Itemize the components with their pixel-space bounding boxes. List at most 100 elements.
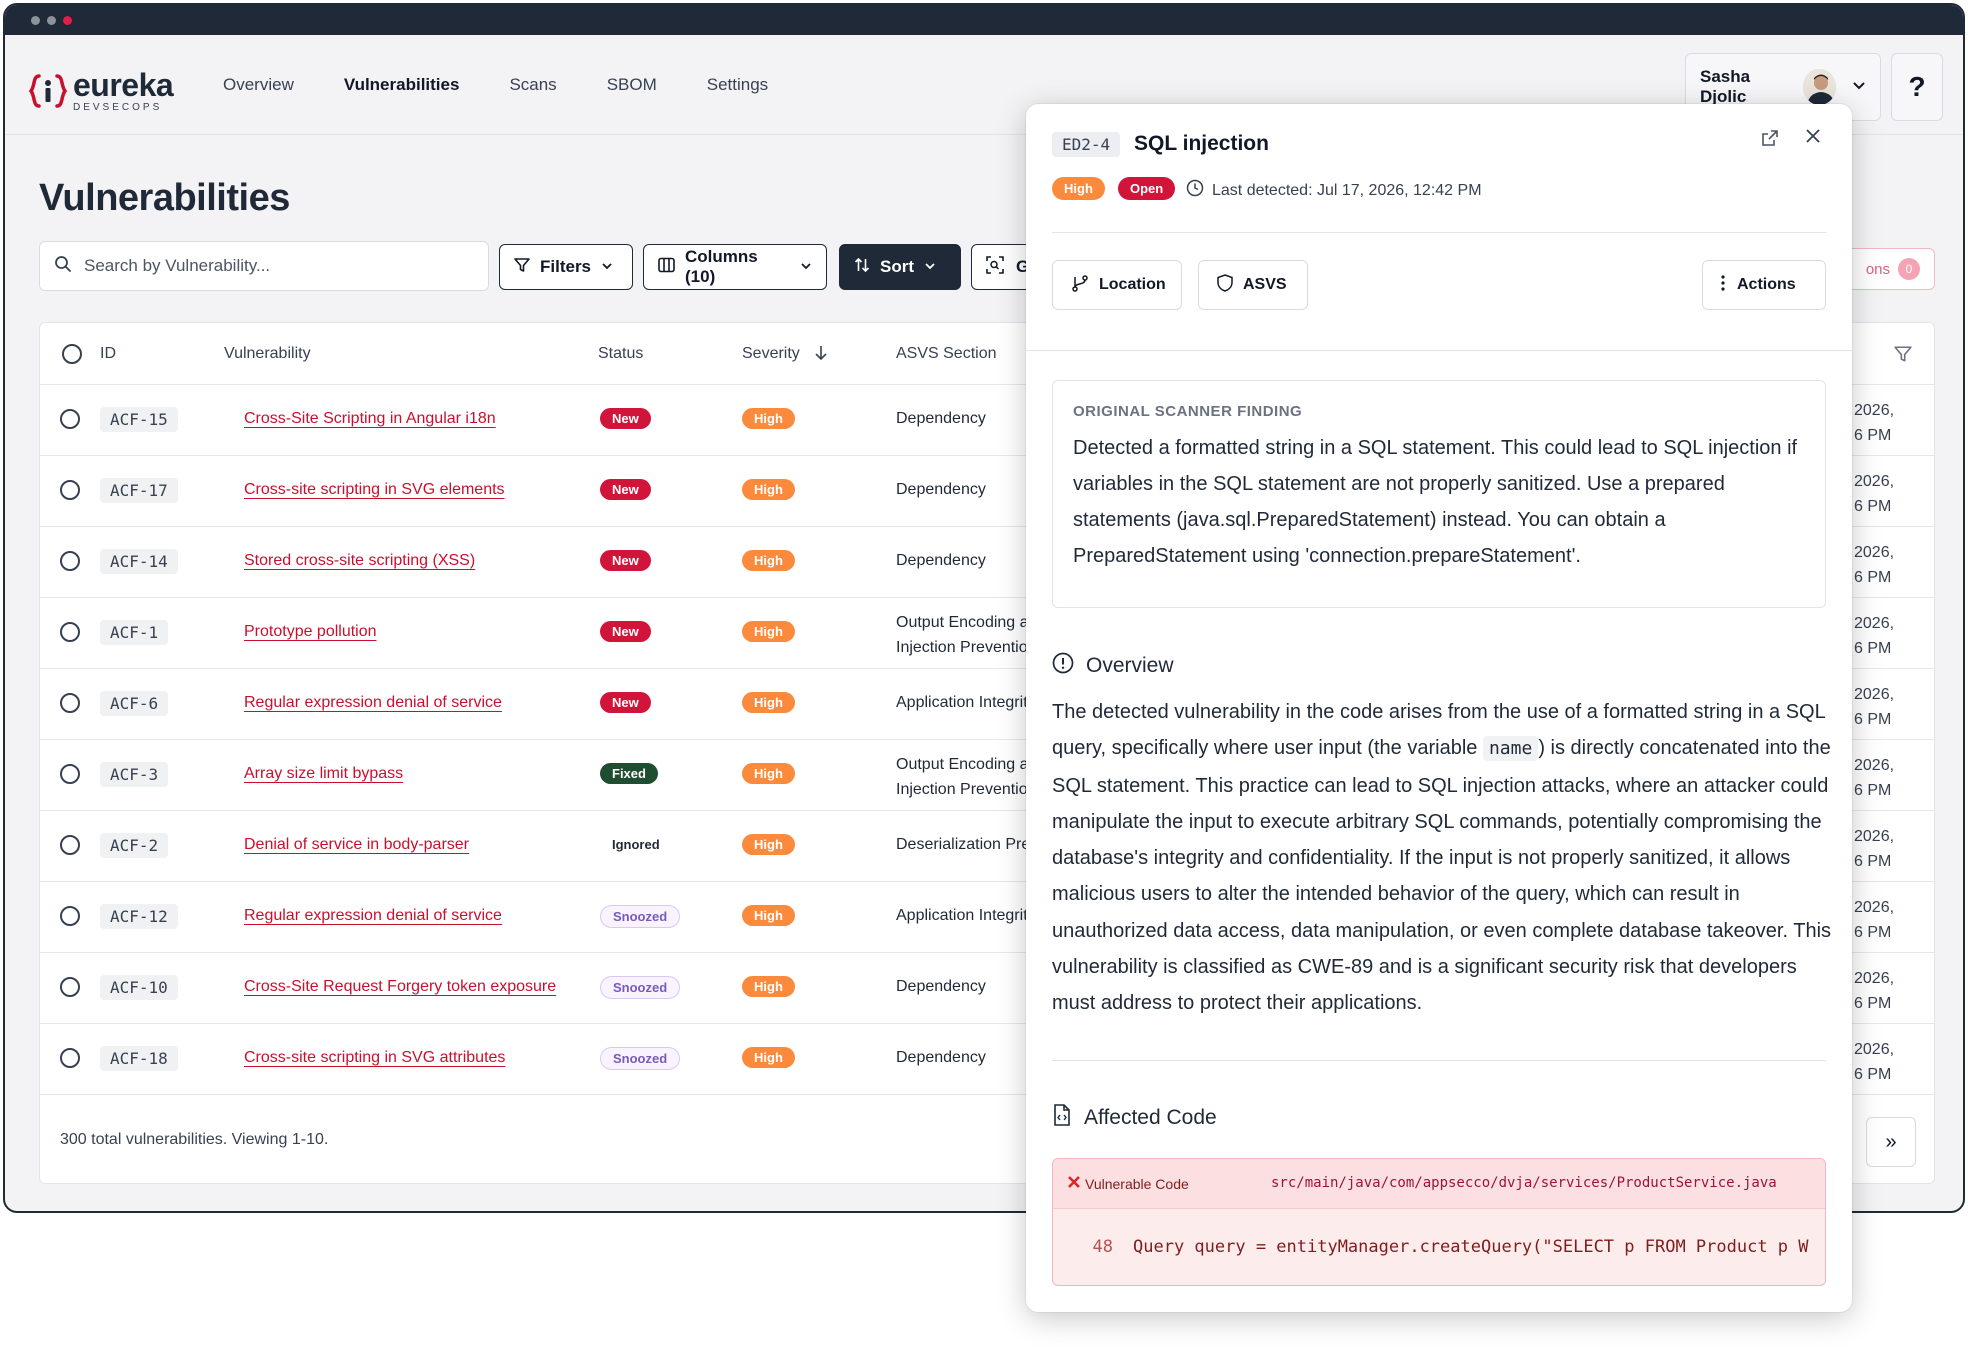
partial-button-label: ons [1865, 260, 1890, 278]
severity-badge: High [1052, 177, 1105, 200]
actions-label: Actions [1737, 276, 1796, 293]
filter-icon [514, 257, 530, 278]
overview-text: The detected vulnerability in the code a… [1052, 701, 1832, 1015]
row-checkbox[interactable] [60, 764, 80, 784]
file-path[interactable]: src/main/java/com/appsecco/dvja/services… [1271, 1175, 1777, 1191]
row-id: ACF-15 [100, 407, 178, 432]
next-page-button[interactable]: » [1866, 1117, 1916, 1167]
col-severity[interactable]: Severity [742, 345, 800, 363]
chevron-down-icon [924, 257, 936, 277]
variable-name-code: name [1482, 736, 1539, 762]
row-checkbox[interactable] [60, 693, 80, 713]
divider [1052, 232, 1826, 233]
row-id: ACF-3 [100, 762, 169, 787]
row-id: ACF-10 [100, 975, 178, 1000]
row-id: ACF-2 [100, 833, 169, 858]
vulnerability-link[interactable]: Array size limit bypass [244, 765, 403, 783]
close-icon[interactable] [1804, 124, 1822, 152]
status-badge: New [600, 479, 651, 500]
row-id: ACF-6 [100, 691, 169, 716]
line-number: 48 [1092, 1237, 1113, 1257]
status-badge: Fixed [600, 763, 658, 784]
clock-icon [1186, 179, 1204, 202]
scan-icon [986, 255, 1004, 279]
columns-button[interactable]: Columns (10) [643, 244, 827, 290]
row-checkbox[interactable] [60, 1048, 80, 1068]
logo-word: eureka [73, 67, 174, 103]
vulnerability-link[interactable]: Cross-Site Request Forgery token exposur… [244, 978, 556, 996]
nav-settings[interactable]: Settings [707, 75, 768, 95]
col-id[interactable]: ID [100, 345, 116, 363]
search-input[interactable] [82, 255, 462, 277]
col-status[interactable]: Status [598, 345, 643, 363]
asvs-section: Dependency [896, 481, 986, 498]
search-box[interactable] [39, 241, 489, 291]
columns-label: Columns (10) [685, 247, 758, 286]
location-label: Location [1099, 276, 1166, 293]
asvs-label: ASVS [1243, 276, 1287, 293]
row-checkbox[interactable] [60, 480, 80, 500]
vulnerability-link[interactable]: Denial of service in body-parser [244, 836, 469, 854]
overview-title: Overview [1086, 654, 1174, 677]
code-text: Query query = entityManager.createQuery(… [1133, 1237, 1809, 1257]
search-icon [54, 255, 72, 278]
vulnerability-link[interactable]: Regular expression denial of service [244, 907, 502, 925]
vulnerability-link[interactable]: Cross-site scripting in SVG elements [244, 481, 505, 499]
logo[interactable]: eureka DEVSECOPS [28, 67, 174, 113]
col-vulnerability[interactable]: Vulnerability [224, 345, 311, 363]
row-id: ACF-18 [100, 1046, 178, 1071]
external-link-icon[interactable] [1760, 128, 1780, 153]
asvs-section: Output Encoding an Injection Prevention [896, 614, 1038, 656]
col-asvs-section[interactable]: ASVS Section [896, 345, 997, 363]
nav-overview[interactable]: Overview [223, 75, 294, 95]
code-file-icon [1052, 1104, 1072, 1132]
actions-button[interactable]: Actions [1702, 260, 1826, 310]
status-badge: New [600, 621, 651, 642]
severity-badge: High [742, 692, 795, 713]
vulnerability-link[interactable]: Cross-Site Scripting in Angular i18n [244, 410, 496, 428]
row-checkbox[interactable] [60, 977, 80, 997]
vulnerability-link[interactable]: Cross-site scripting in SVG attributes [244, 1049, 505, 1067]
select-all-checkbox[interactable] [62, 344, 82, 364]
page-title: Vulnerabilities [39, 177, 290, 219]
row-checkbox[interactable] [60, 551, 80, 571]
divider [1026, 350, 1852, 351]
vulnerability-link[interactable]: Prototype pollution [244, 623, 377, 641]
row-id: ACF-17 [100, 478, 178, 503]
shield-icon [1217, 273, 1233, 297]
help-button[interactable]: ? [1891, 53, 1943, 121]
last-detected-partial: 2026, 6 PM [1854, 828, 1895, 870]
filter-icon[interactable] [1894, 345, 1912, 368]
vulnerability-link[interactable]: Stored cross-site scripting (XSS) [244, 552, 475, 570]
row-checkbox[interactable] [60, 409, 80, 429]
user-name: Sasha Djolic [1700, 67, 1751, 106]
sort-button[interactable]: Sort [839, 244, 961, 290]
nav-scans[interactable]: Scans [509, 75, 556, 95]
severity-badge: High [742, 621, 795, 642]
table-footer-summary: 300 total vulnerabilities. Viewing 1-10. [60, 1131, 329, 1148]
asvs-section: Output Encoding an Injection Prevention [896, 756, 1038, 798]
status-badge: Snoozed [600, 976, 681, 999]
count-badge: 0 [1898, 258, 1920, 280]
logo-icon [28, 72, 68, 110]
asvs-section: Dependency [896, 552, 986, 569]
window-dot [31, 16, 40, 25]
vulnerability-link[interactable]: Regular expression denial of service [244, 694, 502, 712]
nav-vulnerabilities[interactable]: Vulnerabilities [344, 75, 460, 95]
chevron-down-icon [800, 257, 812, 277]
code-block-header: Vulnerable Code src/main/java/com/appsec… [1053, 1159, 1825, 1209]
last-detected-partial: 2026, 6 PM [1854, 615, 1895, 657]
filters-button[interactable]: Filters [499, 244, 633, 290]
severity-badge: High [742, 976, 795, 997]
arrow-down-icon[interactable] [814, 345, 828, 366]
row-checkbox[interactable] [60, 622, 80, 642]
vulnerable-code-label: Vulnerable Code [1067, 1175, 1189, 1192]
row-checkbox[interactable] [60, 906, 80, 926]
last-detected-partial: 2026, 6 PM [1854, 899, 1895, 941]
nav-sbom[interactable]: SBOM [607, 75, 657, 95]
asvs-button[interactable]: ASVS [1198, 260, 1308, 310]
last-detected-partial: 2026, 6 PM [1854, 970, 1895, 1012]
row-checkbox[interactable] [60, 835, 80, 855]
logo-subtitle: DEVSECOPS [73, 102, 163, 113]
location-button[interactable]: Location [1052, 260, 1182, 310]
